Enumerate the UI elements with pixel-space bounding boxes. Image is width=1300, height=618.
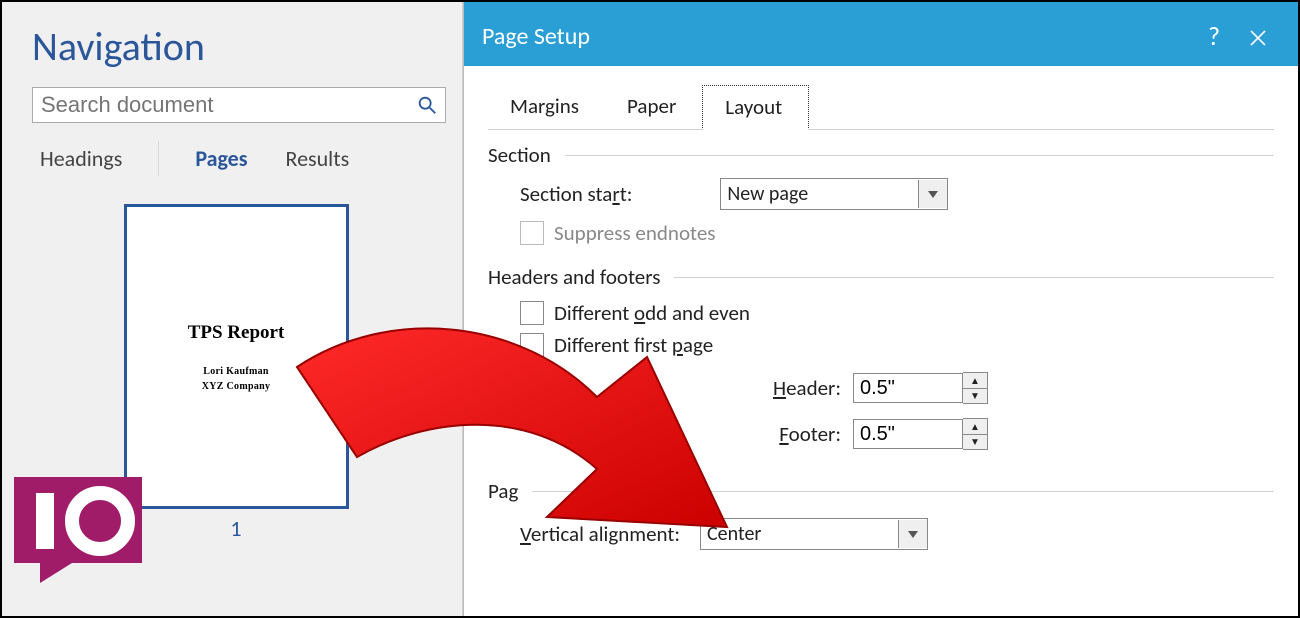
spin-down-icon[interactable]: ▼ bbox=[963, 435, 987, 450]
search-input[interactable] bbox=[39, 91, 413, 119]
odd-even-row: Different odd and even bbox=[520, 300, 1274, 326]
divider bbox=[565, 155, 1274, 156]
tab-pages[interactable]: Pages bbox=[193, 141, 249, 176]
header-spin[interactable]: ▲ ▼ bbox=[853, 372, 988, 404]
tab-paper[interactable]: Paper bbox=[605, 85, 702, 130]
spin-up-icon[interactable]: ▲ bbox=[963, 419, 987, 435]
thumbnail-title-line: TPS Report bbox=[127, 322, 346, 344]
navigation-title: Navigation bbox=[32, 22, 446, 71]
footer-spin-input[interactable] bbox=[853, 419, 963, 449]
first-page-row: Different first page bbox=[520, 332, 1274, 358]
dialog-title: Page Setup bbox=[482, 22, 1192, 51]
tab-layout[interactable]: Layout bbox=[702, 85, 809, 130]
section-start-combo[interactable]: New page bbox=[720, 178, 948, 210]
search-box[interactable] bbox=[32, 87, 446, 123]
close-button[interactable] bbox=[1236, 22, 1280, 51]
vertical-alignment-row: Vertical alignment: Center bbox=[520, 518, 1274, 550]
section-start-label: Section start: bbox=[520, 181, 632, 207]
section-group: Section bbox=[488, 142, 1274, 168]
headers-footers-group: Headers and footers bbox=[488, 264, 1274, 290]
chevron-down-icon[interactable] bbox=[898, 520, 927, 548]
first-page-checkbox[interactable] bbox=[520, 333, 544, 357]
spin-down-icon[interactable]: ▼ bbox=[963, 389, 987, 404]
header-footer-spinners: Header: ▲ ▼ Footer: ▲ bbox=[648, 372, 1274, 450]
suppress-endnotes-row: Suppress endnotes bbox=[520, 220, 1274, 246]
spin-up-icon[interactable]: ▲ bbox=[963, 373, 987, 389]
page-setup-dialog: Page Setup ? Margins Paper Layout Sectio… bbox=[463, 2, 1298, 616]
divider bbox=[674, 277, 1274, 278]
dialog-body: Margins Paper Layout Section Section sta… bbox=[464, 66, 1298, 550]
navigation-tabs: Headings Pages Results bbox=[38, 141, 446, 176]
vertical-alignment-combo[interactable]: Center bbox=[700, 518, 928, 550]
tab-headings[interactable]: Headings bbox=[38, 141, 124, 176]
footer-spin[interactable]: ▲ ▼ bbox=[853, 418, 988, 450]
header-label: Header: bbox=[761, 375, 841, 401]
dialog-titlebar: Page Setup ? bbox=[464, 2, 1298, 66]
tab-margins[interactable]: Margins bbox=[488, 85, 605, 130]
footer-spin-row: Footer: ▲ ▼ bbox=[648, 418, 988, 450]
chevron-down-icon[interactable] bbox=[918, 180, 947, 208]
odd-even-label: Different odd and even bbox=[554, 300, 750, 326]
thumbnail-author-line: Lori Kaufman bbox=[127, 366, 346, 377]
page-group-label: Pag bbox=[488, 478, 518, 504]
section-group-label: Section bbox=[488, 142, 551, 168]
odd-even-checkbox[interactable] bbox=[520, 301, 544, 325]
page-group: Pag bbox=[488, 478, 1274, 504]
thumbnail-page-number: 1 bbox=[230, 515, 241, 542]
search-icon[interactable] bbox=[413, 91, 441, 119]
suppress-endnotes-label: Suppress endnotes bbox=[554, 220, 716, 246]
suppress-endnotes-checkbox bbox=[520, 221, 544, 245]
vertical-alignment-label: Vertical alignment: bbox=[520, 521, 680, 547]
tab-results[interactable]: Results bbox=[284, 141, 352, 176]
page-thumbnail[interactable]: TPS Report Lori Kaufman XYZ Company bbox=[124, 204, 349, 509]
headers-footers-label: Headers and footers bbox=[488, 264, 660, 290]
dialog-tabs: Margins Paper Layout bbox=[488, 84, 1274, 130]
watermark-logo bbox=[14, 477, 154, 590]
header-spin-input[interactable] bbox=[853, 373, 963, 403]
help-button[interactable]: ? bbox=[1192, 20, 1236, 52]
first-page-label: Different first page bbox=[554, 332, 713, 358]
footer-label: Footer: bbox=[761, 421, 841, 447]
header-spin-row: Header: ▲ ▼ bbox=[648, 372, 988, 404]
section-start-row: Section start: New page bbox=[520, 178, 1274, 210]
divider bbox=[532, 491, 1274, 492]
thumbnail-company-line: XYZ Company bbox=[127, 381, 346, 392]
